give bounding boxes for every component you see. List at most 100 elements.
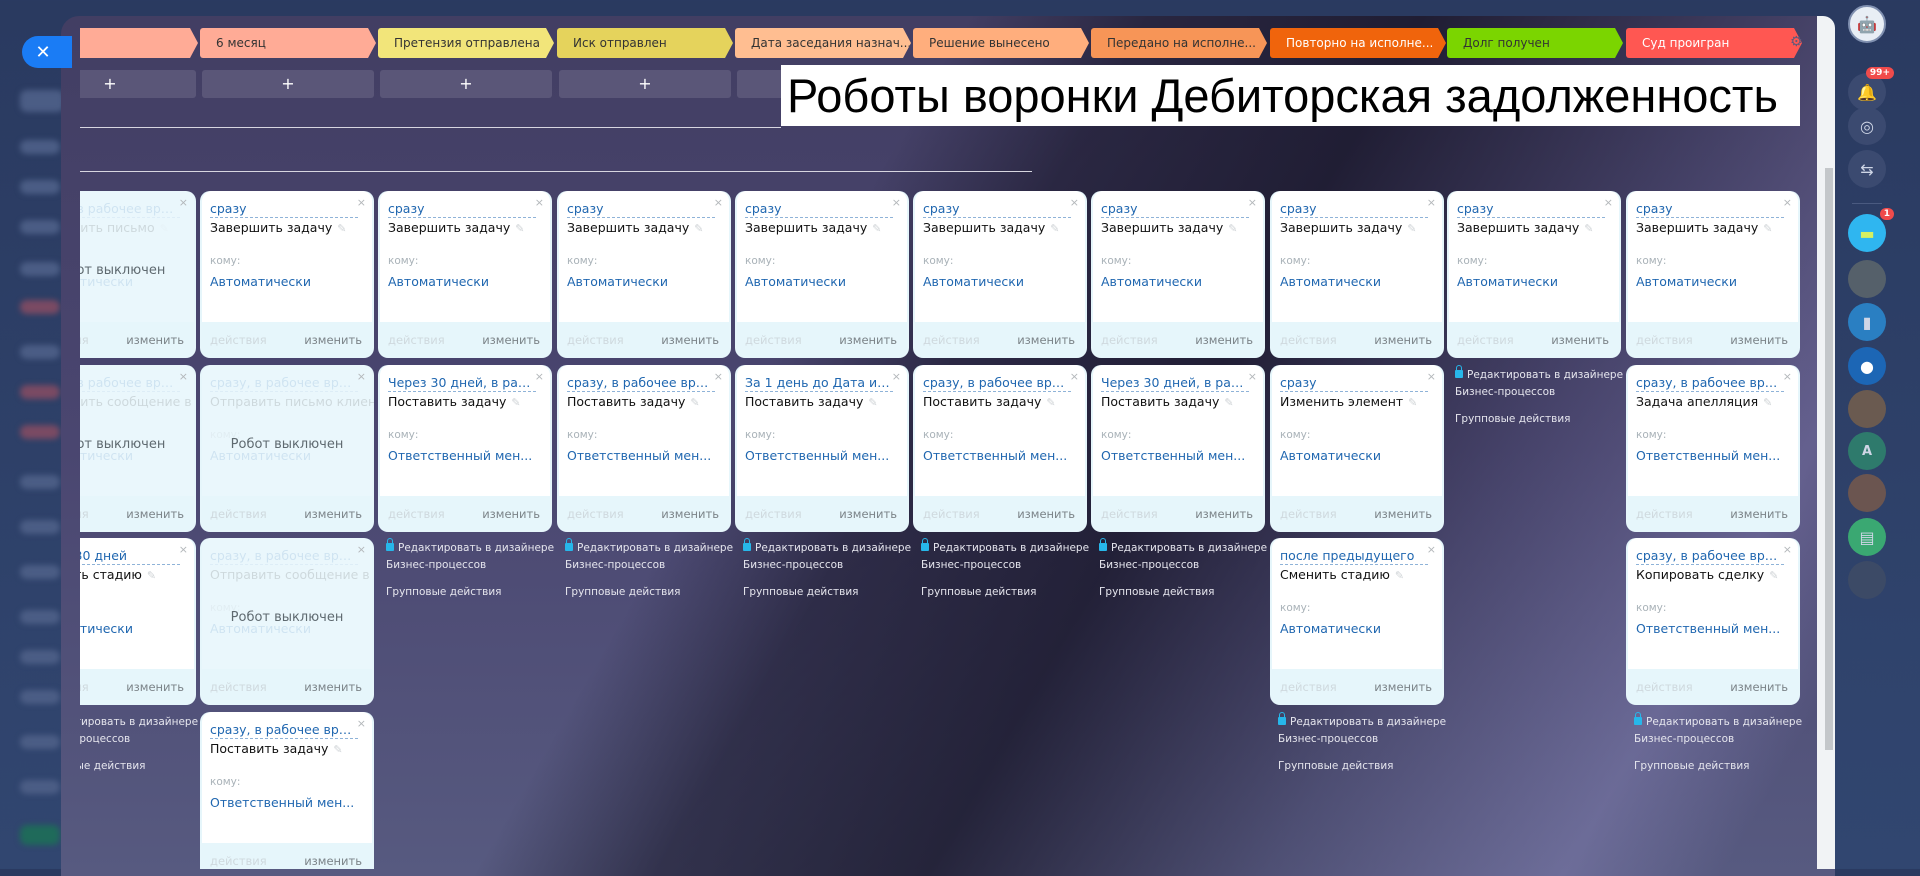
edit-link[interactable]: изменить bbox=[1730, 680, 1788, 694]
stage-chip[interactable]: Решение вынесено bbox=[913, 28, 1089, 58]
edit-in-designer-text-2[interactable]: Бизнес-процессов bbox=[1099, 559, 1199, 571]
edit-link[interactable]: изменить bbox=[1730, 507, 1788, 521]
close-icon[interactable]: × bbox=[1427, 370, 1436, 383]
robot-responsible[interactable]: Автоматически bbox=[1280, 274, 1381, 289]
messenger-button[interactable]: ▬ 1 bbox=[1848, 208, 1894, 252]
robot-responsible[interactable]: Ответственный мен... bbox=[1636, 621, 1780, 636]
edit-link[interactable]: изменить bbox=[1017, 333, 1075, 347]
group-actions-link[interactable]: Групповые действия bbox=[1455, 413, 1570, 425]
robot-responsible[interactable]: Автоматически bbox=[1280, 448, 1381, 463]
edit-link[interactable]: изменить bbox=[661, 333, 719, 347]
robot-card[interactable]: сразу Завершить задачу ✎ кому: Автоматически… bbox=[557, 191, 731, 358]
robot-responsible[interactable]: Ответственный мен... bbox=[210, 795, 354, 810]
pencil-icon[interactable]: ✎ bbox=[160, 222, 169, 235]
pencil-icon[interactable]: ✎ bbox=[872, 222, 881, 235]
robot-delay-link[interactable]: сразу bbox=[923, 201, 1071, 218]
robot-delay-link[interactable]: сразу bbox=[1636, 201, 1784, 218]
pencil-icon[interactable]: ✎ bbox=[337, 222, 346, 235]
robot-delay-link[interactable]: сразу, в рабочее врем... bbox=[1636, 548, 1784, 565]
edit-in-designer-link[interactable]: Редактировать в дизайнере bbox=[1455, 364, 1623, 381]
robot-card[interactable]: сразу Завершить задачу ✎ кому: Автоматически… bbox=[378, 191, 552, 358]
robot-card[interactable]: сразу Завершить задачу ✎ кому: Автоматически… bbox=[1626, 191, 1800, 358]
edit-in-designer-link[interactable]: Редактировать в дизайнере bbox=[1634, 711, 1802, 728]
robot-card[interactable]: сразу, в рабочее врем... Поставить задачу… bbox=[913, 364, 1087, 532]
add-robot-button[interactable]: + bbox=[380, 70, 552, 98]
robot-delay-link[interactable]: Через 30 дней, в рабо... bbox=[388, 375, 536, 392]
edit-link[interactable]: изменить bbox=[126, 507, 184, 521]
pencil-icon[interactable]: ✎ bbox=[1769, 569, 1778, 582]
edit-link[interactable]: изменить bbox=[482, 333, 540, 347]
edit-link[interactable]: изменить bbox=[1374, 680, 1432, 694]
pencil-icon[interactable]: ✎ bbox=[1584, 222, 1593, 235]
group-actions-link[interactable]: Групповые действия bbox=[80, 760, 145, 772]
robot-card[interactable]: сразу, в рабочее врем... Поставить задачу… bbox=[557, 364, 731, 532]
add-robot-button[interactable]: + bbox=[202, 70, 374, 98]
robot-responsible[interactable]: Ответственный мен... bbox=[567, 448, 711, 463]
robot-card[interactable]: сразу, в рабочее времяОтправить сообщени… bbox=[80, 364, 196, 532]
robot-delay-link[interactable]: сразу, в рабочее врем... bbox=[923, 375, 1071, 392]
robot-card[interactable]: сразу Завершить задачу ✎ кому: Автоматически… bbox=[735, 191, 909, 358]
edit-link[interactable]: изменить bbox=[1017, 507, 1075, 521]
close-icon[interactable]: × bbox=[1783, 196, 1792, 209]
edit-in-designer-link[interactable]: Редактировать в дизайнере bbox=[80, 716, 198, 728]
pencil-icon[interactable]: ✎ bbox=[515, 222, 524, 235]
robot-responsible[interactable]: Ответственный мен... bbox=[388, 448, 532, 463]
edit-in-designer-text-2[interactable]: Бизнес-процессов bbox=[1278, 733, 1378, 745]
panel-scrollbar[interactable] bbox=[1825, 168, 1833, 750]
add-robot-button[interactable]: + bbox=[80, 70, 196, 98]
close-icon[interactable]: × bbox=[179, 543, 188, 556]
pencil-icon[interactable]: ✎ bbox=[868, 396, 877, 409]
robot-card[interactable]: Через 30 днейСменить стадию✎кому:Автомат… bbox=[80, 538, 196, 705]
robot-delay-link[interactable]: сразу, в рабочее врем... bbox=[567, 375, 715, 392]
robot-card[interactable]: Через 30 дней, в рабо... Поставить задачу… bbox=[1091, 364, 1265, 532]
robot-responsible[interactable]: Ответственный мен... bbox=[923, 448, 1067, 463]
contact-avatar[interactable] bbox=[1848, 260, 1886, 298]
robot-responsible[interactable]: Автоматически bbox=[567, 274, 668, 289]
contact-avatar[interactable] bbox=[1848, 390, 1886, 428]
robot-delay-link[interactable]: За 1 день до Дата и вр... bbox=[745, 375, 893, 392]
close-icon[interactable]: × bbox=[1070, 196, 1079, 209]
edit-in-designer-link[interactable]: Редактировать в дизайнере bbox=[743, 538, 911, 554]
close-icon[interactable]: × bbox=[357, 717, 366, 730]
stage-chip[interactable]: Суд проигран bbox=[1626, 28, 1802, 58]
contact-avatar[interactable] bbox=[1848, 561, 1886, 599]
group-actions-link[interactable]: Групповые действия bbox=[1099, 586, 1214, 598]
group-actions-link[interactable]: Групповые действия bbox=[1278, 760, 1393, 772]
edit-link[interactable]: изменить bbox=[839, 333, 897, 347]
robot-delay-link[interactable]: сразу bbox=[1280, 201, 1428, 218]
add-robot-button[interactable]: + bbox=[559, 70, 731, 98]
robot-card[interactable]: сразу Завершить задачу ✎ кому: Автоматически… bbox=[200, 191, 374, 358]
robot-card[interactable]: сразу Завершить задачу ✎ кому: Автоматически… bbox=[1270, 191, 1444, 358]
close-icon[interactable]: × bbox=[1427, 543, 1436, 556]
robot-responsible[interactable]: Автоматически bbox=[1101, 274, 1202, 289]
close-icon[interactable]: × bbox=[535, 196, 544, 209]
edit-link[interactable]: изменить bbox=[1551, 333, 1609, 347]
robot-card[interactable]: сразу Завершить задачу ✎ кому: Автоматически… bbox=[913, 191, 1087, 358]
edit-in-designer-link[interactable]: Редактировать в дизайнере bbox=[386, 538, 554, 554]
robot-responsible[interactable]: Ответственный мен... bbox=[1636, 448, 1780, 463]
edit-link[interactable]: изменить bbox=[304, 507, 362, 521]
robot-responsible[interactable]: Автоматически bbox=[80, 621, 133, 636]
stage-chip[interactable]: Дата заседания назнач... bbox=[735, 28, 911, 58]
close-icon[interactable]: × bbox=[714, 370, 723, 383]
close-icon[interactable]: × bbox=[714, 196, 723, 209]
robot-responsible[interactable]: Ответственный мен... bbox=[1101, 448, 1245, 463]
pencil-icon[interactable]: ✎ bbox=[511, 396, 520, 409]
pencil-icon[interactable]: ✎ bbox=[1407, 222, 1416, 235]
close-icon[interactable]: × bbox=[892, 196, 901, 209]
robot-delay-link[interactable]: сразу bbox=[745, 201, 893, 218]
robot-responsible[interactable]: Автоматически bbox=[1457, 274, 1558, 289]
pencil-icon[interactable]: ✎ bbox=[1046, 396, 1055, 409]
robot-card[interactable]: после предыдущего Сменить стадию ✎ кому: Авт… bbox=[1270, 538, 1444, 705]
close-icon[interactable]: × bbox=[1248, 370, 1257, 383]
edit-in-designer-text-2[interactable]: Бизнес-процессов bbox=[1634, 733, 1734, 745]
edit-link[interactable]: изменить bbox=[1730, 333, 1788, 347]
close-icon[interactable]: × bbox=[357, 196, 366, 209]
robot-delay-link[interactable]: сразу, в рабочее время bbox=[80, 201, 180, 218]
contact-avatar[interactable]: A bbox=[1848, 432, 1886, 470]
robot-delay-link[interactable]: сразу bbox=[1457, 201, 1605, 218]
robot-delay-link[interactable]: сразу bbox=[388, 201, 536, 218]
pencil-icon[interactable]: ✎ bbox=[1050, 222, 1059, 235]
robot-card[interactable]: сразу Изменить элемент ✎ кому: Автоматически… bbox=[1270, 364, 1444, 532]
robot-card[interactable]: сразу, в рабочее врем... Задача апелляция… bbox=[1626, 364, 1800, 532]
